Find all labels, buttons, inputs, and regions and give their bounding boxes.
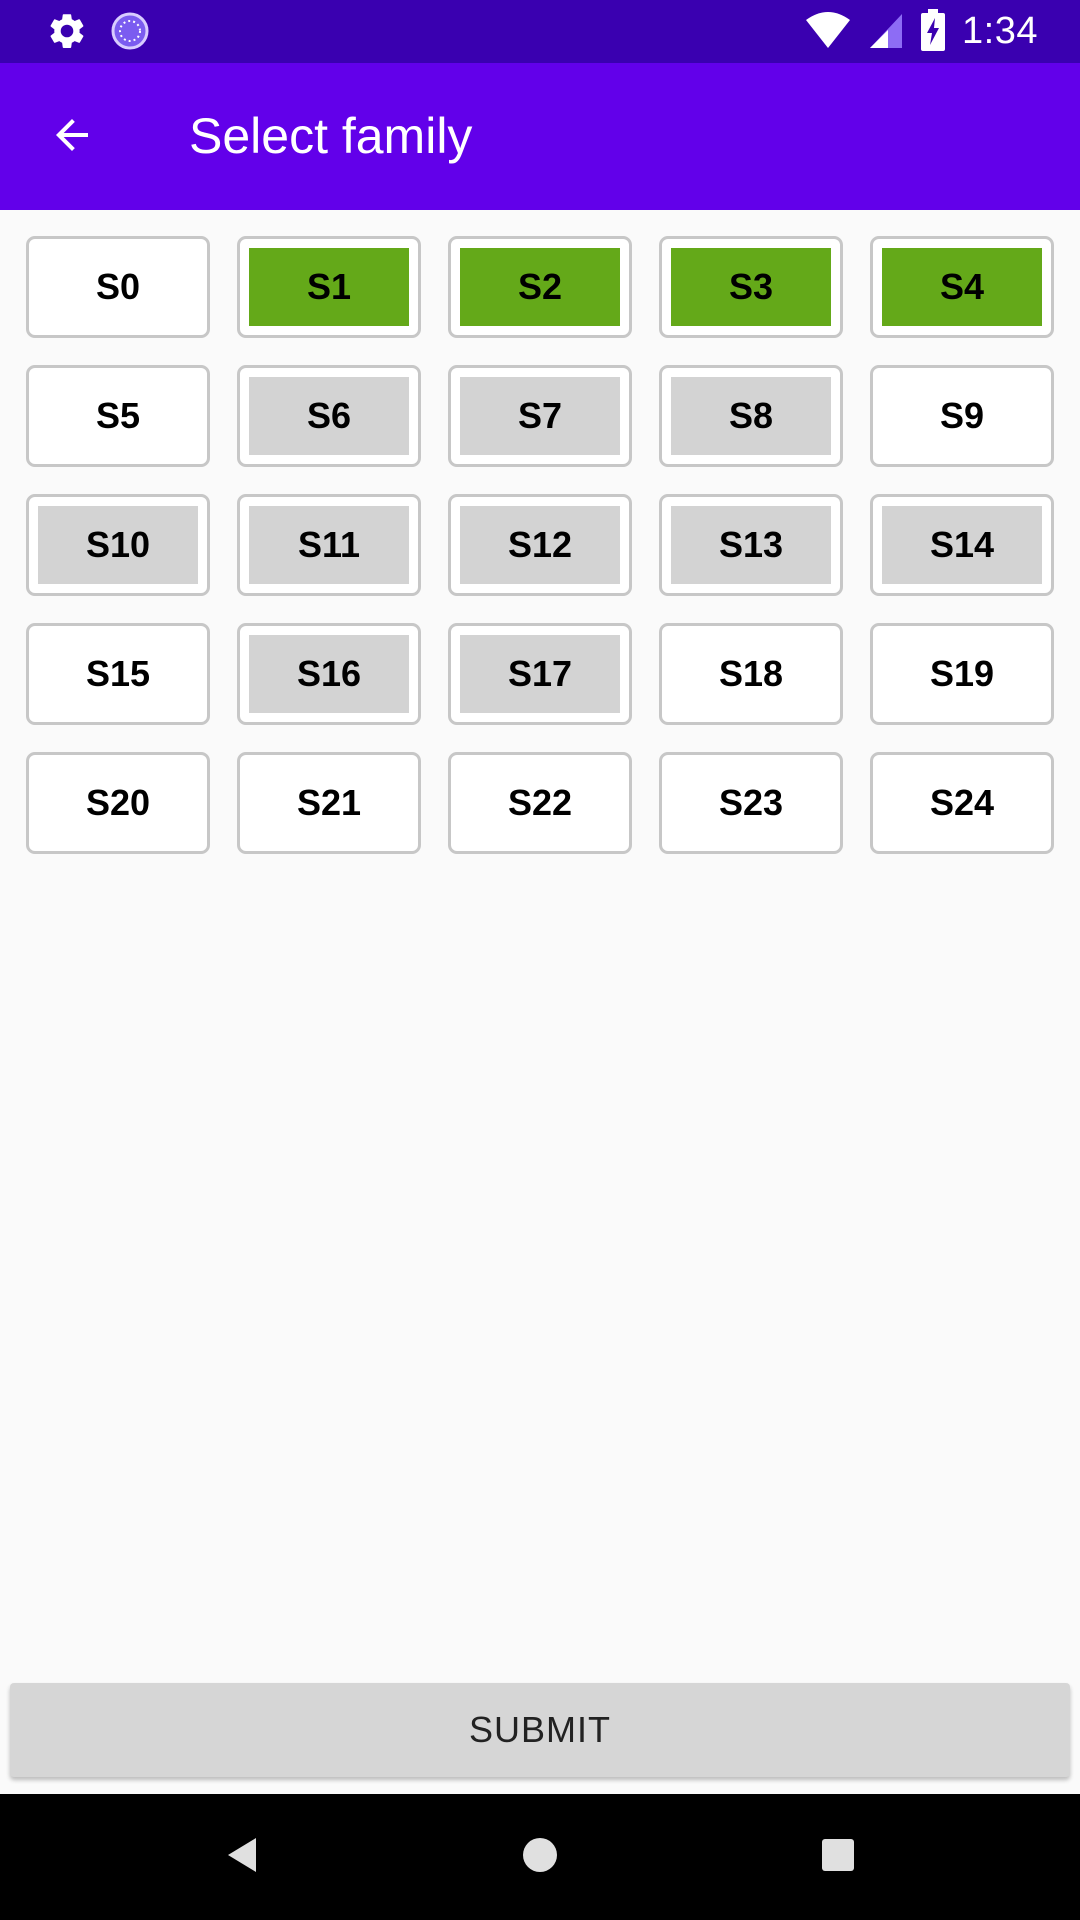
family-tile-label: S13: [671, 506, 831, 584]
family-tile-label: S0: [38, 248, 198, 326]
family-tile-s12: S12: [448, 494, 632, 596]
family-grid: S0 S1 S2 S3 S4 S5 S6 S7 S8 S9 S10 S11 S12 S13 S14 S15 S1…: [26, 236, 1054, 854]
family-tile-s14: S14: [870, 494, 1054, 596]
family-tile-s19[interactable]: S19: [870, 623, 1054, 725]
recents-square-icon: [820, 1837, 856, 1877]
status-time: 1:34: [962, 10, 1038, 52]
family-tile-label: S18: [671, 635, 831, 713]
settings-icon: [46, 10, 88, 56]
family-tile-label: S9: [882, 377, 1042, 455]
family-tile-s22[interactable]: S22: [448, 752, 632, 854]
family-tile-label: S10: [38, 506, 198, 584]
family-tile-s20[interactable]: S20: [26, 752, 210, 854]
nav-bar: [0, 1794, 1080, 1920]
cell-signal-icon: [868, 10, 904, 54]
family-tile-label: S12: [460, 506, 620, 584]
nav-recents-button[interactable]: [778, 1794, 898, 1920]
family-tile-label: S11: [249, 506, 409, 584]
family-tile-label: S1: [249, 248, 409, 326]
family-tile-s0[interactable]: S0: [26, 236, 210, 338]
family-tile-label: S3: [671, 248, 831, 326]
family-tile-label: S7: [460, 377, 620, 455]
family-tile-label: S23: [671, 764, 831, 842]
family-tile-s10: S10: [26, 494, 210, 596]
family-tile-s16: S16: [237, 623, 421, 725]
nav-back-button[interactable]: [182, 1794, 302, 1920]
family-tile-label: S6: [249, 377, 409, 455]
family-tile-s11: S11: [237, 494, 421, 596]
family-tile-label: S21: [249, 764, 409, 842]
nav-home-button[interactable]: [480, 1794, 600, 1920]
family-tile-s5[interactable]: S5: [26, 365, 210, 467]
family-tile-label: S4: [882, 248, 1042, 326]
family-tile-s3[interactable]: S3: [659, 236, 843, 338]
family-tile-s24[interactable]: S24: [870, 752, 1054, 854]
family-tile-s18[interactable]: S18: [659, 623, 843, 725]
submit-button[interactable]: SUBMIT: [10, 1683, 1070, 1777]
home-circle-icon: [520, 1835, 560, 1879]
family-tile-label: S15: [38, 635, 198, 713]
battery-charging-icon: [920, 8, 946, 55]
family-tile-s7: S7: [448, 365, 632, 467]
app-bar: Select family: [0, 63, 1080, 210]
status-bar: 1:34: [0, 0, 1080, 63]
wifi-icon: [804, 10, 852, 54]
family-tile-s15[interactable]: S15: [26, 623, 210, 725]
family-tile-s1[interactable]: S1: [237, 236, 421, 338]
family-tile-label: S16: [249, 635, 409, 713]
family-tile-s9[interactable]: S9: [870, 365, 1054, 467]
family-tile-s17: S17: [448, 623, 632, 725]
page-title: Select family: [189, 108, 473, 164]
family-tile-s2[interactable]: S2: [448, 236, 632, 338]
family-tile-s8: S8: [659, 365, 843, 467]
back-button[interactable]: [36, 101, 108, 173]
family-tile-s13: S13: [659, 494, 843, 596]
family-tile-label: S5: [38, 377, 198, 455]
family-tile-label: S22: [460, 764, 620, 842]
family-tile-label: S20: [38, 764, 198, 842]
family-tile-s23[interactable]: S23: [659, 752, 843, 854]
sync-circle-icon: [110, 11, 150, 55]
family-tile-label: S24: [882, 764, 1042, 842]
family-tile-s21[interactable]: S21: [237, 752, 421, 854]
status-right-area: 1:34: [804, 0, 1038, 63]
family-tile-s4[interactable]: S4: [870, 236, 1054, 338]
status-left-icons: [46, 10, 150, 56]
arrow-back-icon: [48, 111, 96, 163]
family-tile-s6: S6: [237, 365, 421, 467]
back-triangle-icon: [224, 1835, 260, 1879]
family-tile-label: S14: [882, 506, 1042, 584]
family-tile-label: S8: [671, 377, 831, 455]
family-tile-label: S19: [882, 635, 1042, 713]
family-tile-label: S17: [460, 635, 620, 713]
family-tile-label: S2: [460, 248, 620, 326]
